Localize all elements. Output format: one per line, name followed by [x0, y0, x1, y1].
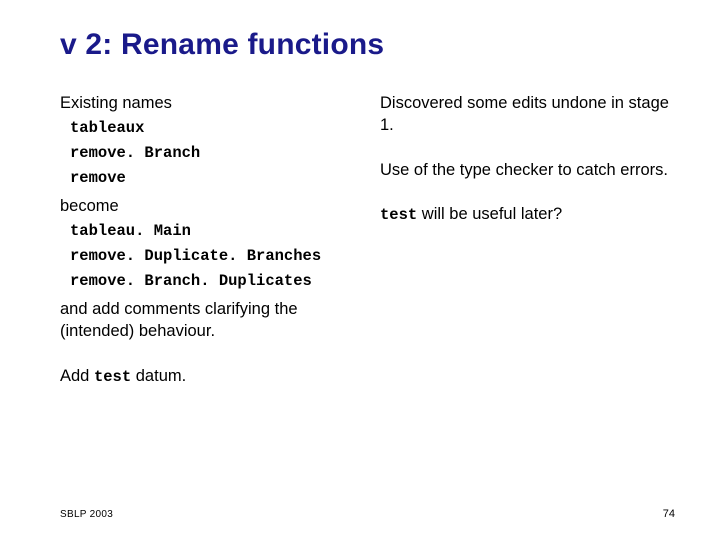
code-inline-test: test — [380, 206, 417, 224]
slide-title: v 2: Rename functions — [60, 28, 670, 62]
code-item: tableau. Main — [70, 221, 350, 242]
code-item: remove. Duplicate. Branches — [70, 246, 350, 267]
become-heading: become — [60, 195, 350, 217]
code-item: tableaux — [70, 118, 350, 139]
footer-left: SBLP 2003 — [60, 509, 113, 520]
add-prefix: Add — [60, 367, 94, 385]
existing-names-list: tableaux remove. Branch remove — [60, 118, 350, 189]
code-item: remove. Branch — [70, 143, 350, 164]
comments-paragraph: and add comments clarifying the (intende… — [60, 298, 350, 343]
content-columns: Existing names tableaux remove. Branch r… — [60, 92, 670, 392]
add-test-paragraph: Add test datum. — [60, 365, 350, 388]
become-list: tableau. Main remove. Duplicate. Branche… — [60, 221, 350, 292]
right-p3-rest: will be useful later? — [417, 205, 562, 223]
right-column: Discovered some edits undone in stage 1.… — [380, 92, 670, 392]
right-p2: Use of the type checker to catch errors. — [380, 159, 670, 181]
existing-names-heading: Existing names — [60, 92, 350, 114]
footer-page-number: 74 — [663, 508, 675, 520]
code-item: remove. Branch. Duplicates — [70, 271, 350, 292]
left-column: Existing names tableaux remove. Branch r… — [60, 92, 350, 392]
code-inline-test: test — [94, 368, 131, 386]
slide: v 2: Rename functions Existing names tab… — [0, 0, 720, 540]
code-item: remove — [70, 168, 350, 189]
right-p1: Discovered some edits undone in stage 1. — [380, 92, 670, 137]
right-p3: test will be useful later? — [380, 203, 670, 226]
add-suffix: datum. — [131, 367, 186, 385]
